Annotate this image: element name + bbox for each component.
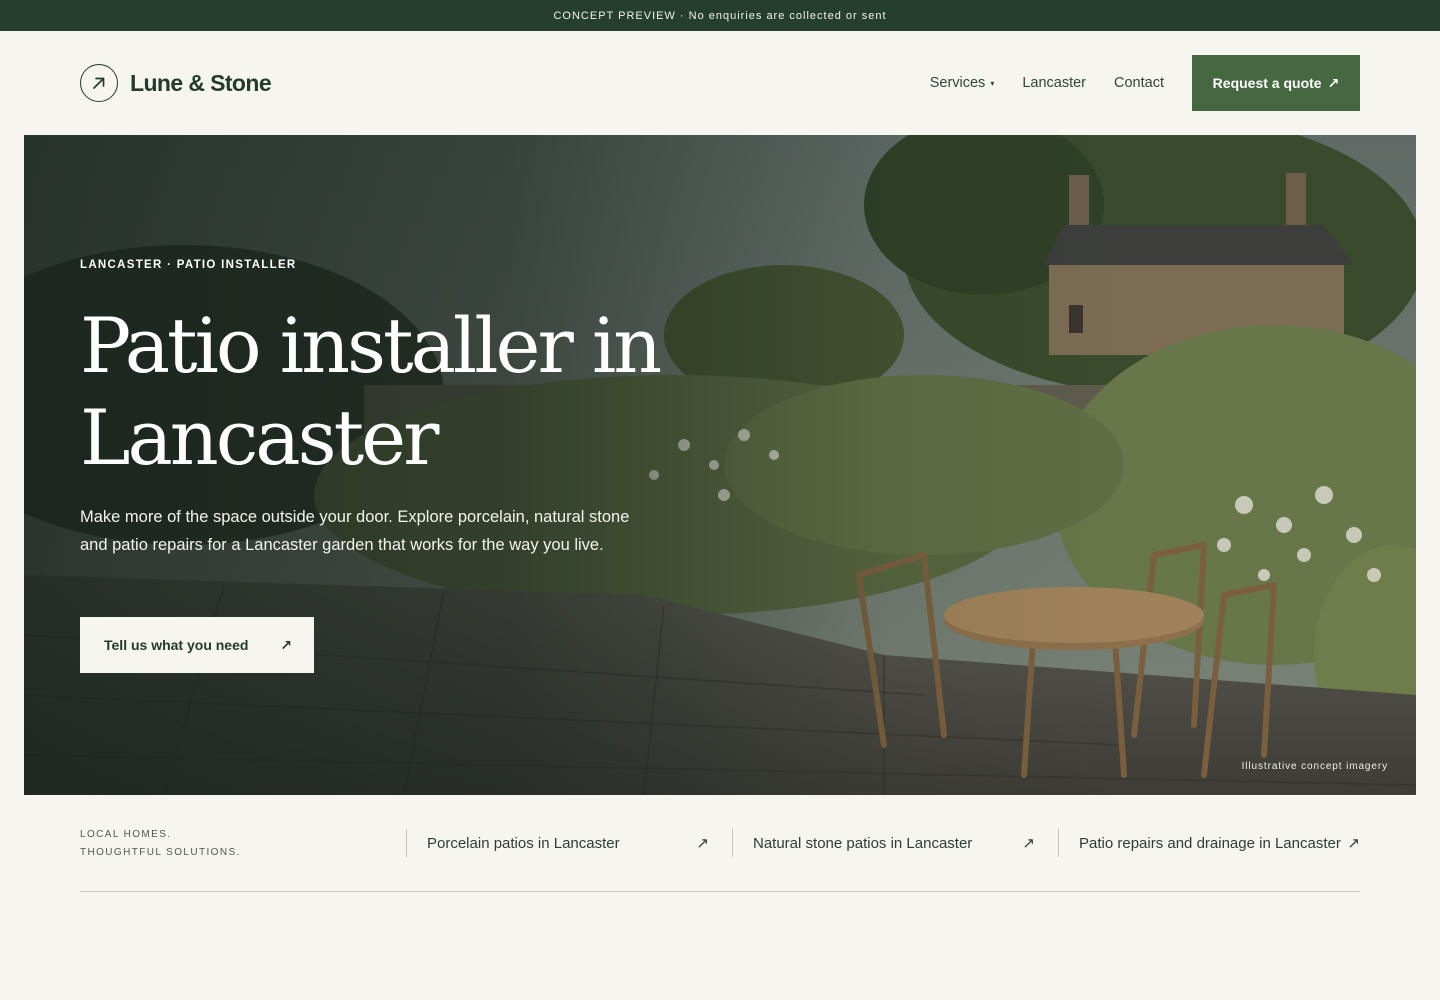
arrow-up-right-icon: ↗ <box>280 636 292 653</box>
hero-title: Patio installer in Lancaster <box>80 301 662 482</box>
nav-services-label: Services <box>929 75 986 91</box>
site-header: Lune & Stone Services ▾ Lancaster Contac… <box>80 55 1360 111</box>
brand-name: Lune & Stone <box>130 69 272 96</box>
image-caption: Illustrative concept imagery <box>1241 761 1388 772</box>
tagline: LOCAL HOMES. THOUGHTFUL SOLUTIONS. <box>80 826 300 862</box>
service-link-porcelain[interactable]: Porcelain patios in Lancaster ↗ <box>406 829 709 857</box>
main-nav: Services ▾ Lancaster Contact Request a q… <box>930 55 1360 111</box>
announcement-bar: CONCEPT PREVIEW · No enquiries are colle… <box>0 0 1440 31</box>
service-link-repairs[interactable]: Patio repairs and drainage in Lancaster … <box>1058 829 1360 857</box>
hero-section: LANCASTER · PATIO INSTALLER Patio instal… <box>24 135 1416 795</box>
tell-us-button[interactable]: Tell us what you need ↗ <box>80 617 314 673</box>
caret-down-icon: ▾ <box>990 78 995 88</box>
hero-content: LANCASTER · PATIO INSTALLER Patio instal… <box>80 135 700 795</box>
arrow-up-right-icon: ↗ <box>1347 835 1360 852</box>
service-link-label: Patio repairs and drainage in Lancaster <box>1079 834 1341 852</box>
arrow-up-right-icon <box>80 64 118 102</box>
request-quote-label: Request a quote <box>1212 75 1322 91</box>
service-link-natural-stone[interactable]: Natural stone patios in Lancaster ↗ <box>732 829 1035 857</box>
service-link-label: Porcelain patios in Lancaster <box>427 834 620 852</box>
nav-lancaster-link[interactable]: Lancaster <box>1022 75 1086 91</box>
nav-services-dropdown[interactable]: Services ▾ <box>930 75 995 91</box>
nav-contact-link[interactable]: Contact <box>1114 75 1164 91</box>
arrow-up-right-icon: ↗ <box>1022 835 1035 852</box>
request-quote-button[interactable]: Request a quote ↗ <box>1192 55 1360 111</box>
section-divider <box>80 891 1360 892</box>
tagline-line-1: LOCAL HOMES. <box>80 829 172 840</box>
service-link-label: Natural stone patios in Lancaster <box>753 834 973 852</box>
tagline-line-2: THOUGHTFUL SOLUTIONS. <box>80 847 241 858</box>
tell-us-label: Tell us what you need <box>104 637 249 653</box>
arrow-up-right-icon: ↗ <box>1327 74 1340 91</box>
hero-eyebrow: LANCASTER · PATIO INSTALLER <box>80 259 297 271</box>
arrow-up-right-icon: ↗ <box>696 835 709 852</box>
brand-logo-link[interactable]: Lune & Stone <box>80 64 272 102</box>
hero-lede: Make more of the space outside your door… <box>80 508 630 554</box>
announcement-text: CONCEPT PREVIEW · No enquiries are colle… <box>553 9 887 22</box>
